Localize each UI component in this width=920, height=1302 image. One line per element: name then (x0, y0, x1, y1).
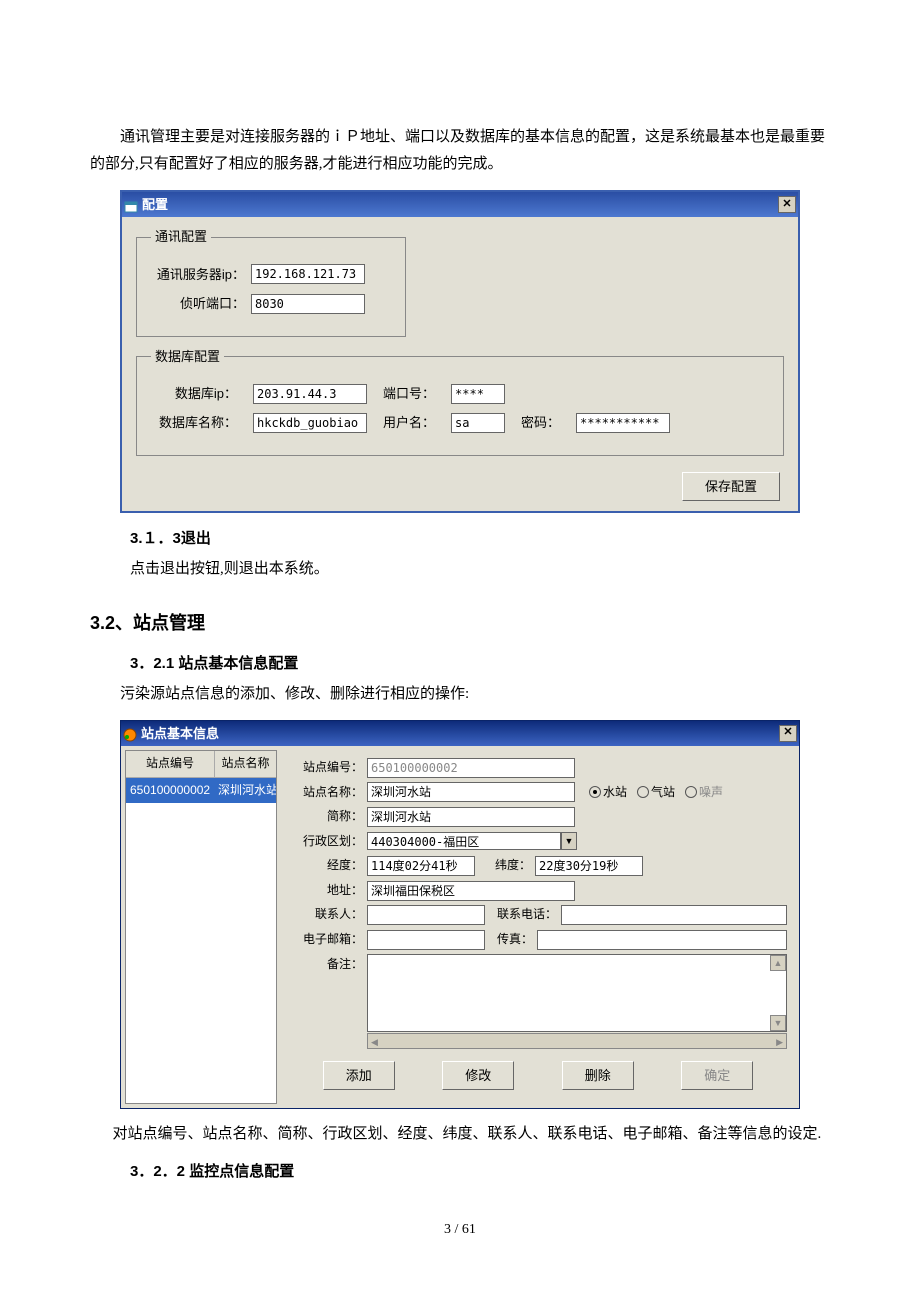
chevron-down-icon[interactable]: ▼ (561, 832, 577, 850)
remark-textarea[interactable]: ▲ ▼ (367, 954, 787, 1032)
db-name-input[interactable]: hkckdb_guobiao (253, 413, 367, 433)
radio-noise[interactable]: 噪声 (685, 782, 723, 804)
db-ip-label: 数据库ip： (151, 382, 237, 405)
config-titlebar: 配置 ✕ (122, 192, 798, 217)
station-titlebar: 站点基本信息 ✕ (121, 721, 799, 746)
radio-air[interactable]: 气站 (637, 782, 675, 804)
sec-3-1-3-body: 点击退出按钮,则退出本系统。 (130, 556, 830, 583)
db-user-input[interactable]: sa (451, 413, 505, 433)
delete-button[interactable]: 删除 (562, 1061, 634, 1090)
lon-input[interactable]: 114度02分41秒 (367, 856, 475, 876)
station-list-header: 站点编号 站点名称 (126, 751, 276, 778)
intro-paragraph: 通讯管理主要是对连接服务器的ｉＰ地址、端口以及数据库的基本信息的配置，这是系统最… (90, 124, 830, 178)
close-icon[interactable]: ✕ (779, 725, 797, 742)
district-label: 行政区划： (289, 831, 363, 853)
site-name-label: 站点名称： (289, 782, 363, 804)
address-label: 地址： (289, 880, 363, 902)
remark-label: 备注： (289, 954, 363, 976)
db-port-input[interactable]: **** (451, 384, 505, 404)
db-pwd-label: 密码： (521, 411, 560, 434)
short-name-input[interactable]: 深圳河水站 (367, 807, 575, 827)
site-no-input[interactable]: 650100000002 (367, 758, 575, 778)
config-dialog: 配置 ✕ 通讯配置 通讯服务器ip： 192.168.121.73 侦听端口： … (120, 190, 800, 513)
close-icon[interactable]: ✕ (778, 196, 796, 213)
short-name-label: 简称： (289, 806, 363, 828)
save-config-button[interactable]: 保存配置 (682, 472, 780, 501)
db-groupbox: 数据库配置 数据库ip： 203.91.44.3 端口号： **** 数据库名称… (136, 345, 784, 456)
add-button[interactable]: 添加 (323, 1061, 395, 1090)
comm-legend: 通讯配置 (151, 225, 211, 248)
db-port-label: 端口号： (383, 382, 435, 405)
station-form: 站点编号： 650100000002 站点名称： 深圳河水站 水站 气站 噪声 … (281, 750, 795, 1104)
phone-input[interactable] (561, 905, 787, 925)
scroll-up-icon[interactable]: ▲ (770, 955, 786, 971)
station-list[interactable]: 站点编号 站点名称 650100000002 深圳河水站 (125, 750, 277, 1104)
db-name-label: 数据库名称： (151, 411, 237, 434)
contact-input[interactable] (367, 905, 485, 925)
lon-label: 经度： (289, 855, 363, 877)
db-user-label: 用户名： (383, 411, 435, 434)
station-list-row-selected[interactable]: 650100000002 深圳河水站 (126, 778, 276, 804)
station-title-text: 站点基本信息 (141, 722, 219, 745)
db-legend: 数据库配置 (151, 345, 224, 368)
lat-label: 纬度： (495, 855, 531, 877)
listen-port-label: 侦听端口： (151, 292, 245, 315)
window-icon (123, 726, 137, 740)
post-station-paragraph: 对站点编号、站点名称、简称、行政区划、经度、纬度、联系人、联系电话、电子邮箱、备… (90, 1121, 830, 1148)
radio-water[interactable]: 水站 (589, 782, 627, 804)
page-number: 3 / 61 (0, 1217, 920, 1242)
window-icon (124, 198, 138, 212)
site-name-input[interactable]: 深圳河水站 (367, 782, 575, 802)
station-dialog: 站点基本信息 ✕ 站点编号 站点名称 650100000002 深圳河水站 站点… (120, 720, 800, 1110)
sec-3-2-heading: 3.2、站点管理 (90, 607, 830, 639)
contact-label: 联系人： (289, 904, 363, 926)
scroll-down-icon[interactable]: ▼ (770, 1015, 786, 1031)
comm-server-label: 通讯服务器ip： (151, 263, 245, 286)
db-pwd-input[interactable]: *********** (576, 413, 670, 433)
scroll-horizontal[interactable]: ◀ ▶ (367, 1033, 787, 1049)
email-label: 电子邮箱： (289, 929, 363, 951)
sec-3-1-3-heading: 3.１．3退出 (130, 525, 830, 552)
ok-button[interactable]: 确定 (681, 1061, 753, 1090)
district-combo[interactable]: 440304000-福田区 ▼ (367, 832, 577, 850)
lat-input[interactable]: 22度30分19秒 (535, 856, 643, 876)
config-title-text: 配置 (142, 193, 168, 216)
sec-3-2-1-body: 污染源站点信息的添加、修改、删除进行相应的操作: (90, 681, 830, 708)
comm-server-input[interactable]: 192.168.121.73 (251, 264, 365, 284)
sec-3-2-2-heading: 3．2．2 监控点信息配置 (130, 1158, 830, 1185)
phone-label: 联系电话： (497, 904, 557, 926)
comm-groupbox: 通讯配置 通讯服务器ip： 192.168.121.73 侦听端口： 8030 (136, 225, 406, 336)
email-input[interactable] (367, 930, 485, 950)
edit-button[interactable]: 修改 (442, 1061, 514, 1090)
sec-3-2-1-heading: 3．2.1 站点基本信息配置 (130, 650, 830, 677)
site-no-label: 站点编号： (289, 757, 363, 779)
listen-port-input[interactable]: 8030 (251, 294, 365, 314)
address-input[interactable]: 深圳福田保税区 (367, 881, 575, 901)
db-ip-input[interactable]: 203.91.44.3 (253, 384, 367, 404)
fax-label: 传真： (497, 929, 533, 951)
fax-input[interactable] (537, 930, 787, 950)
